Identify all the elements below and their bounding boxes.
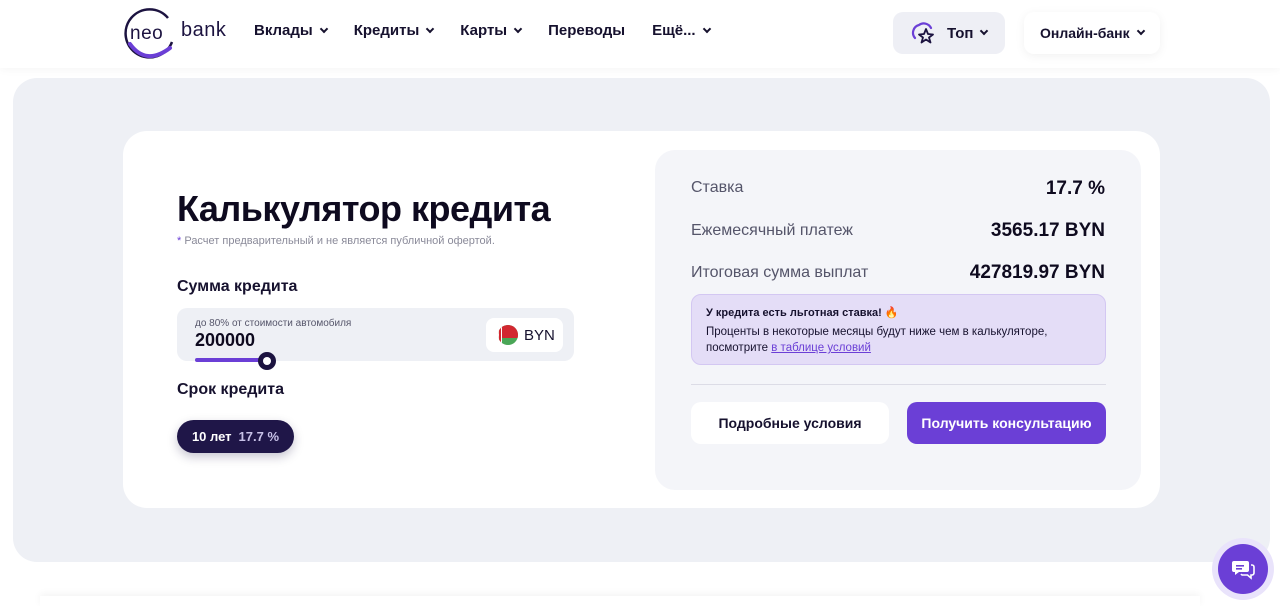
get-consultation-button[interactable]: Получить консультацию — [907, 402, 1106, 444]
nav-item-label: Кредиты — [353, 22, 420, 39]
nav-item-cards[interactable]: Карты — [460, 22, 523, 39]
neobank-logo[interactable]: neo bank — [120, 4, 240, 62]
loan-term-label: Срок кредита — [177, 381, 284, 398]
loan-amount-slider-track[interactable] — [195, 358, 267, 362]
star-cloud-icon — [911, 22, 937, 44]
loan-amount-field[interactable]: до 80% от стоимости автомобиля 200000 BY… — [177, 308, 574, 361]
total-payment-label: Итоговая сумма выплат — [691, 264, 869, 281]
monthly-payment-label: Ежемесячный платеж — [691, 222, 854, 239]
main-nav: Вклады Кредиты Карты Переводы Ещё... — [254, 22, 737, 39]
belarus-flag-icon — [498, 325, 518, 345]
logo-text-neo: neo — [130, 23, 164, 44]
nav-item-label: Вклады — [254, 22, 313, 39]
nav-item-label: Переводы — [548, 22, 626, 39]
promo-text: Проценты в некоторые месяцы будут ниже ч… — [706, 324, 1091, 356]
chevron-down-icon — [513, 24, 523, 33]
nav-item-label: Карты — [460, 22, 508, 39]
term-option-label: 10 лет — [191, 429, 232, 444]
chevron-down-icon — [980, 26, 989, 36]
nav-item-more[interactable]: Ещё... — [652, 22, 711, 39]
nav-item-credits[interactable]: Кредиты — [353, 22, 435, 39]
term-option-10-years[interactable]: 10 лет 17.7 % — [177, 420, 294, 453]
currency-selector[interactable]: BYN — [486, 318, 563, 352]
loan-amount-label: Сумма кредита — [177, 278, 298, 295]
online-bank-label: Онлайн-банк — [1040, 25, 1130, 41]
disclaimer: * Расчет предварительный и не является п… — [177, 235, 495, 247]
monthly-payment-value: 3565.17 BYN — [990, 220, 1105, 241]
chevron-down-icon — [1136, 26, 1145, 36]
calculator-title: Калькулятор кредита — [177, 188, 551, 229]
site-header: neo bank Вклады Кредиты Карты Переводы Е… — [0, 0, 1280, 68]
top-button[interactable]: Топ — [893, 12, 1005, 54]
loan-amount-slider-handle[interactable] — [258, 352, 276, 370]
loan-amount-input[interactable]: 200000 — [195, 330, 255, 351]
promo-body: Проценты в некоторые месяцы будут ниже ч… — [706, 326, 1048, 354]
top-button-label: Топ — [947, 24, 974, 42]
promo-title: У кредита есть льготная ставка! 🔥 — [706, 307, 899, 319]
rate-label: Ставка — [691, 179, 744, 196]
nav-item-label: Ещё... — [652, 22, 696, 39]
total-payment-value: 427819.97 BYN — [969, 262, 1105, 283]
nav-item-transfers[interactable]: Переводы — [548, 22, 625, 39]
conditions-table-link[interactable]: в таблице условий — [771, 342, 871, 354]
logo-text-bank: bank — [181, 19, 227, 41]
disclaimer-text: Расчет предварительный и не является пуб… — [184, 235, 495, 247]
currency-label: BYN — [524, 326, 555, 344]
term-option-rate: 17.7 % — [238, 429, 280, 444]
chat-bubbles-icon — [1218, 544, 1268, 594]
promo-notice: У кредита есть льготная ставка! 🔥 Процен… — [691, 294, 1106, 365]
results-divider — [691, 384, 1106, 385]
loan-amount-hint: до 80% от стоимости автомобиля — [195, 318, 352, 329]
chevron-down-icon — [702, 24, 711, 33]
rate-value: 17.7 % — [1045, 178, 1105, 199]
chevron-down-icon — [426, 24, 435, 33]
chevron-down-icon — [319, 24, 328, 33]
next-section-edge — [40, 596, 1200, 606]
nav-item-deposits[interactable]: Вклады — [254, 22, 328, 39]
online-bank-button[interactable]: Онлайн-банк — [1024, 12, 1160, 54]
detailed-conditions-button[interactable]: Подробные условия — [691, 402, 889, 444]
chat-button[interactable] — [1212, 538, 1274, 600]
disclaimer-asterisk: * — [177, 235, 182, 247]
